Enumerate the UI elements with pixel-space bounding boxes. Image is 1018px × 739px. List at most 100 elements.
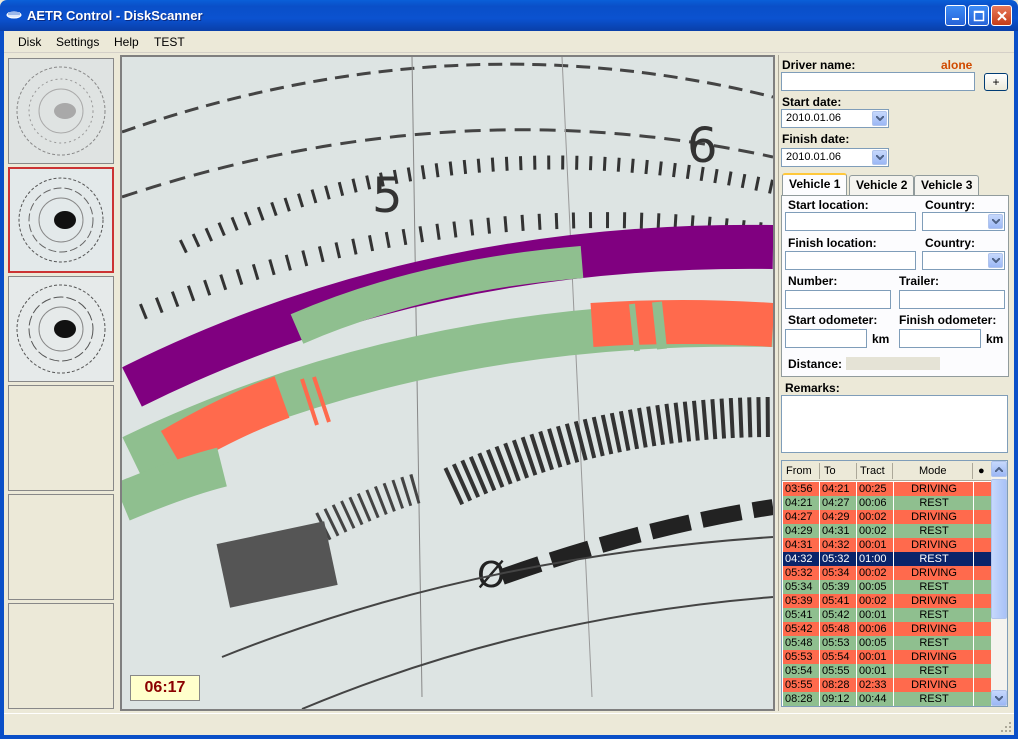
table-row[interactable]: 08:28 09:12 00:44 REST: [783, 692, 991, 706]
grid-scrollbar[interactable]: [991, 461, 1007, 706]
start-date-picker[interactable]: 2010.01.06: [781, 109, 889, 128]
distance-label: Distance:: [788, 357, 843, 371]
to-cell: 05:55: [822, 665, 850, 677]
mode-cell: REST: [919, 637, 949, 649]
table-row[interactable]: 04:29 04:31 00:02 REST: [783, 524, 991, 538]
remarks-label: Remarks:: [785, 381, 840, 395]
dropdown-arrow-icon[interactable]: [872, 150, 887, 165]
window-frame-right: [1014, 31, 1018, 739]
finish-date-picker[interactable]: 2010.01.06: [781, 148, 889, 167]
disk-thumbnail-selected[interactable]: [8, 167, 114, 273]
disk-thumbnail[interactable]: [8, 276, 114, 382]
resize-grip-icon[interactable]: [1000, 721, 1012, 733]
remarks-textarea[interactable]: [781, 395, 1008, 453]
to-cell: 05:34: [822, 567, 850, 579]
menu-help[interactable]: Help: [114, 35, 139, 49]
scroll-thumb[interactable]: [991, 479, 1007, 619]
title-bar: AETR Control - DiskScanner: [0, 0, 1018, 31]
table-row[interactable]: 03:56 04:21 00:25 DRIVING: [783, 482, 991, 496]
scroll-up-button[interactable]: [991, 461, 1007, 477]
column-header-marker[interactable]: ●: [978, 465, 985, 477]
vehicle-number-input[interactable]: [785, 290, 891, 309]
column-header-from[interactable]: From: [786, 465, 812, 477]
disk-image: [9, 59, 113, 163]
empty-thumbnail-slot[interactable]: [8, 603, 114, 709]
start-location-input[interactable]: [785, 212, 916, 231]
from-cell: 05:48: [785, 637, 813, 649]
dropdown-arrow-icon[interactable]: [988, 214, 1003, 229]
tract-cell: 00:02: [859, 525, 887, 537]
tab-vehicle-1[interactable]: Vehicle 1: [782, 173, 848, 195]
from-cell: 04:21: [785, 497, 813, 509]
finish-location-input[interactable]: [785, 251, 916, 270]
table-row[interactable]: 05:54 05:55 00:01 REST: [783, 664, 991, 678]
dropdown-arrow-icon[interactable]: [988, 253, 1003, 268]
app-icon: [6, 11, 22, 19]
scan-view[interactable]: 5 6 Ø: [120, 55, 775, 711]
table-row[interactable]: 04:21 04:27 00:06 REST: [783, 496, 991, 510]
trailer-input[interactable]: [899, 290, 1005, 309]
table-row[interactable]: 05:55 08:28 02:33 DRIVING: [783, 678, 991, 692]
close-icon: [996, 10, 1007, 21]
add-driver-button[interactable]: +: [984, 73, 1008, 91]
tab-vehicle-2[interactable]: Vehicle 2: [849, 175, 915, 195]
column-header-mode[interactable]: Mode: [919, 465, 947, 477]
to-cell: 05:48: [822, 623, 850, 635]
to-cell: 05:42: [822, 609, 850, 621]
minimize-button[interactable]: [945, 5, 966, 26]
finish-location-label: Finish location:: [788, 236, 877, 250]
maximize-button[interactable]: [968, 5, 989, 26]
to-cell: 08:28: [822, 679, 850, 691]
column-header-tract[interactable]: Tract: [860, 465, 885, 477]
mode-cell: REST: [919, 497, 949, 509]
tab-vehicle-3[interactable]: Vehicle 3: [914, 175, 980, 195]
empty-thumbnail-slot[interactable]: [8, 385, 114, 491]
from-cell: 05:54: [785, 665, 813, 677]
menu-disk[interactable]: Disk: [18, 35, 41, 49]
to-cell: 05:41: [822, 595, 850, 607]
table-row[interactable]: 05:53 05:54 00:01 DRIVING: [783, 650, 991, 664]
start-location-label: Start location:: [788, 198, 869, 212]
hour-5-label: 5: [372, 168, 403, 224]
table-row[interactable]: 04:27 04:29 00:02 DRIVING: [783, 510, 991, 524]
mode-cell: DRIVING: [911, 483, 957, 495]
chevron-down-icon: [995, 695, 1003, 701]
to-cell: 09:12: [822, 693, 850, 705]
finish-country-select[interactable]: [922, 251, 1005, 270]
tract-cell: 00:01: [859, 665, 887, 677]
table-row[interactable]: 05:39 05:41 00:02 DRIVING: [783, 594, 991, 608]
mode-cell: REST: [919, 693, 949, 705]
table-row[interactable]: 05:32 05:34 00:02 DRIVING: [783, 566, 991, 580]
mode-cell: DRIVING: [911, 623, 957, 635]
mode-cell: DRIVING: [911, 595, 957, 607]
mode-cell: DRIVING: [911, 539, 957, 551]
table-row[interactable]: 05:41 05:42 00:01 REST: [783, 608, 991, 622]
to-cell: 04:27: [822, 497, 850, 509]
tract-cell: 00:02: [859, 595, 887, 607]
scroll-down-button[interactable]: [991, 690, 1007, 706]
tract-cell: 00:01: [859, 609, 887, 621]
finish-date-value: 2010.01.06: [786, 151, 842, 163]
finish-odometer-input[interactable]: [899, 329, 981, 348]
empty-thumbnail-slot[interactable]: [8, 494, 114, 600]
start-country-select[interactable]: [922, 212, 1005, 231]
table-row[interactable]: 05:42 05:48 00:06 DRIVING: [783, 622, 991, 636]
table-row-selected[interactable]: 04:32 05:32 01:00 REST: [783, 552, 991, 566]
menu-test[interactable]: TEST: [154, 35, 185, 49]
mode-cell: REST: [919, 525, 949, 537]
close-button[interactable]: [991, 5, 1012, 26]
column-header-to[interactable]: To: [824, 465, 836, 477]
start-odometer-input[interactable]: [785, 329, 867, 348]
dropdown-arrow-icon[interactable]: [872, 111, 887, 126]
start-odometer-label: Start odometer:: [788, 313, 878, 327]
tract-cell: 00:02: [859, 567, 887, 579]
driver-name-input[interactable]: [781, 72, 975, 91]
from-cell: 05:53: [785, 651, 813, 663]
table-row[interactable]: 05:48 05:53 00:05 REST: [783, 636, 991, 650]
country-label: Country:: [925, 198, 975, 212]
menu-settings[interactable]: Settings: [56, 35, 99, 49]
table-row[interactable]: 04:31 04:32 00:01 DRIVING: [783, 538, 991, 552]
disk-thumbnail[interactable]: [8, 58, 114, 164]
mode-cell: DRIVING: [911, 679, 957, 691]
table-row[interactable]: 05:34 05:39 00:05 REST: [783, 580, 991, 594]
